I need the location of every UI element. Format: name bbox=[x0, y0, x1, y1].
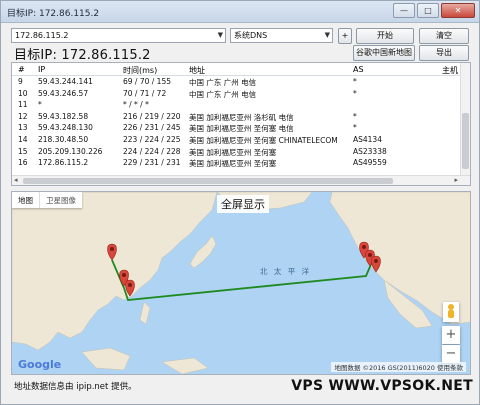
scroll-thumb[interactable] bbox=[462, 113, 469, 169]
cell-index: 9 bbox=[18, 77, 23, 86]
add-button[interactable]: + bbox=[338, 28, 352, 44]
scroll-left-icon[interactable]: ◂ bbox=[14, 176, 18, 184]
cell-as: AS4134 bbox=[353, 135, 382, 144]
header-as[interactable]: AS bbox=[353, 65, 364, 74]
cell-ip: 59.43.182.58 bbox=[38, 111, 89, 121]
table-row[interactable]: 13 59.43.248.130 226 / 231 / 245 美国 加利福尼亚州 … bbox=[12, 123, 470, 134]
cell-address: 美国 加利福尼亚州 圣何塞 bbox=[189, 159, 277, 169]
cell-address: 美国 加利福尼亚州 洛杉矶 电信 bbox=[189, 112, 294, 122]
cell-time: 70 / 71 / 72 bbox=[123, 88, 167, 98]
zoom-out-button[interactable]: − bbox=[442, 345, 460, 363]
app-window: 目标IP: 172.86.115.2 — □ ✕ 172.86.115.2 ▼ … bbox=[0, 0, 480, 405]
export-button[interactable]: 导出 bbox=[419, 45, 469, 61]
map-type-control[interactable]: 地图 卫星图像 bbox=[12, 192, 82, 208]
cell-index: 12 bbox=[18, 111, 28, 121]
minimize-button[interactable]: — bbox=[393, 3, 415, 18]
cell-time: * / * / * bbox=[123, 100, 149, 110]
header-address[interactable]: 地址 bbox=[189, 65, 205, 76]
philippines-landmass bbox=[139, 301, 151, 325]
table-row[interactable]: 15 205.209.130.226 224 / 224 / 228 美国 加利福尼亚… bbox=[12, 147, 470, 158]
cell-ip: 59.43.246.57 bbox=[38, 88, 89, 98]
clear-button[interactable]: 清空 bbox=[419, 28, 469, 44]
cell-as: AS23338 bbox=[353, 146, 387, 156]
vertical-scrollbar[interactable] bbox=[460, 63, 470, 176]
cell-index: 11 bbox=[18, 100, 28, 110]
cell-ip: 218.30.48.50 bbox=[38, 135, 89, 144]
cell-as: AS49559 bbox=[353, 158, 387, 168]
indonesia-landmass bbox=[81, 347, 131, 371]
cell-address: 美国 加利福尼亚州 圣何塞 bbox=[189, 147, 277, 157]
horizontal-scrollbar[interactable]: ◂ ▸ bbox=[12, 175, 470, 185]
zoom-in-button[interactable]: + bbox=[442, 326, 460, 344]
ocean-label: 北 太 平 洋 bbox=[260, 267, 312, 276]
cell-address: 美国 加利福尼亚州 圣何塞 电信 bbox=[189, 124, 294, 134]
cell-time: 216 / 219 / 220 bbox=[123, 111, 181, 121]
scroll-thumb[interactable] bbox=[23, 178, 393, 184]
asia-landmass bbox=[12, 192, 218, 351]
cell-ip: * bbox=[38, 100, 42, 110]
cell-address: 中国 广东 广州 电信 bbox=[189, 89, 257, 99]
header-index[interactable]: # bbox=[18, 65, 25, 74]
map-canvas[interactable] bbox=[12, 192, 471, 375]
cell-ip: 59.43.244.141 bbox=[38, 77, 93, 86]
street-view-icon[interactable] bbox=[443, 302, 459, 322]
window-controls: — □ ✕ bbox=[393, 3, 475, 18]
cell-time: 224 / 224 / 228 bbox=[123, 146, 181, 156]
japan-landmass bbox=[189, 235, 217, 269]
header-ip[interactable]: IP bbox=[38, 65, 45, 74]
target-ip-label: 目标IP: 172.86.115.2 bbox=[14, 48, 151, 63]
map-type-map[interactable]: 地图 bbox=[12, 192, 39, 208]
cell-ip: 205.209.130.226 bbox=[38, 146, 103, 156]
cell-as: * bbox=[353, 123, 357, 133]
window-title: 目标IP: 172.86.115.2 bbox=[7, 9, 100, 19]
map-type-satellite[interactable]: 卫星图像 bbox=[39, 192, 82, 208]
google-logo: Google bbox=[18, 358, 62, 371]
chevron-down-icon[interactable]: ▼ bbox=[325, 29, 330, 42]
header-host[interactable]: 主机 bbox=[442, 65, 458, 76]
google-china-map-button[interactable]: 谷歌中国新地图 bbox=[353, 45, 415, 61]
dns-select[interactable]: 系统DNS ▼ bbox=[230, 28, 333, 43]
cell-time: 69 / 70 / 155 bbox=[123, 77, 171, 86]
close-button[interactable]: ✕ bbox=[441, 3, 475, 18]
map-attribution[interactable]: 地图数据 ©2016 GS(2011)6020 使用条款 bbox=[331, 362, 466, 372]
ip-input-value: 172.86.115.2 bbox=[15, 31, 69, 40]
cell-as: * bbox=[353, 88, 357, 98]
route-map[interactable]: 地图 卫星图像 全屏显示 北 太 平 洋 + − Google 地图数据 ©20… bbox=[11, 191, 471, 375]
cell-index: 15 bbox=[18, 146, 28, 156]
cell-time: 223 / 224 / 225 bbox=[123, 135, 181, 144]
start-button[interactable]: 开始 bbox=[356, 28, 414, 44]
new-guinea-landmass bbox=[161, 357, 209, 374]
trace-table[interactable]: # IP 时间(ms) 地址 AS 主机 9 59.43.244.141 69 / … bbox=[11, 62, 471, 186]
title-bar: 目标IP: 172.86.115.2 — □ ✕ bbox=[1, 1, 479, 23]
cell-address: 美国 加利福尼亚州 圣何塞 CHINATELECOM bbox=[189, 136, 338, 145]
maximize-button[interactable]: □ bbox=[417, 3, 439, 18]
cell-index: 16 bbox=[18, 158, 28, 168]
table-row[interactable]: 14 218.30.48.50 223 / 224 / 225 美国 加利福尼亚州 圣… bbox=[12, 135, 470, 146]
cell-index: 13 bbox=[18, 123, 28, 133]
dns-select-value: 系统DNS bbox=[234, 31, 268, 40]
data-source-note: 地址数据信息由 ipip.net 提供。 bbox=[14, 382, 137, 392]
header-time[interactable]: 时间(ms) bbox=[123, 65, 157, 76]
cell-index: 14 bbox=[18, 135, 28, 144]
cell-time: 226 / 231 / 245 bbox=[123, 123, 181, 133]
table-row[interactable]: 16 172.86.115.2 229 / 231 / 231 美国 加利福尼亚州 圣… bbox=[12, 158, 470, 169]
cell-index: 10 bbox=[18, 88, 28, 98]
cell-as: * bbox=[353, 111, 357, 121]
cell-time: 229 / 231 / 231 bbox=[123, 158, 181, 168]
cell-ip: 172.86.115.2 bbox=[38, 158, 89, 168]
ip-input[interactable]: 172.86.115.2 ▼ bbox=[11, 28, 226, 43]
fullscreen-button[interactable]: 全屏显示 bbox=[217, 195, 269, 213]
scroll-right-icon[interactable]: ▸ bbox=[454, 176, 458, 184]
table-row[interactable]: 10 59.43.246.57 70 / 71 / 72 中国 广东 广州 电信 * bbox=[12, 89, 470, 100]
table-row[interactable]: 11 * * / * / * bbox=[12, 100, 470, 111]
site-watermark: VPS WWW.VPSOK.NET bbox=[291, 378, 473, 394]
cell-ip: 59.43.248.130 bbox=[38, 123, 93, 133]
table-row[interactable]: 12 59.43.182.58 216 / 219 / 220 美国 加利福尼亚州 洛… bbox=[12, 112, 470, 123]
cell-as: * bbox=[353, 77, 357, 86]
table-header: # IP 时间(ms) 地址 AS 主机 bbox=[12, 63, 470, 76]
chevron-down-icon[interactable]: ▼ bbox=[218, 29, 223, 42]
table-row[interactable]: 9 59.43.244.141 69 / 70 / 155 中国 广东 广州 电信 * bbox=[12, 77, 470, 88]
cell-address: 中国 广东 广州 电信 bbox=[189, 78, 257, 87]
